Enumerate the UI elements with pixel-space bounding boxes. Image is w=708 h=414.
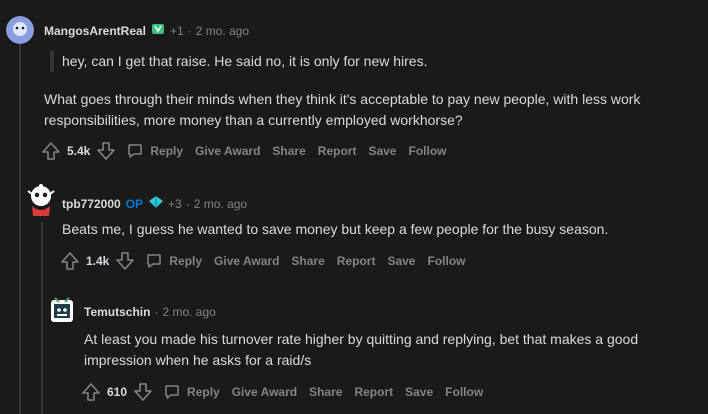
save-button[interactable]: Save	[405, 385, 433, 399]
username[interactable]: Temutschin	[84, 305, 150, 319]
username[interactable]: MangosArentReal	[44, 24, 146, 38]
timestamp[interactable]: 2 mo. ago	[162, 305, 215, 319]
reply-button[interactable]: Reply	[145, 252, 202, 270]
comment-text-line: At least you made his turnover rate high…	[84, 331, 639, 347]
give-award-button[interactable]: Give Award	[195, 144, 260, 158]
vote-count: 5.4k	[67, 144, 91, 158]
avatar[interactable]	[6, 16, 34, 44]
report-button[interactable]: Report	[354, 385, 393, 399]
quote-text: hey, can I get that raise. He said no, i…	[50, 51, 427, 72]
comment-actions: 610 Reply Give Award Share Report Save F…	[81, 382, 483, 402]
separator: ·	[187, 23, 192, 38]
reply-button[interactable]: Reply	[126, 142, 183, 160]
report-button[interactable]: Report	[337, 254, 376, 268]
give-award-button[interactable]: Give Award	[214, 254, 279, 268]
comment-text: Beats me, I guess he wanted to save mone…	[62, 221, 609, 237]
downvote-icon[interactable]	[115, 251, 135, 271]
comment-meta: tpb772000 OP +3 · 2 mo. ago	[62, 195, 247, 212]
share-button[interactable]: Share	[272, 144, 305, 158]
follow-button[interactable]: Follow	[445, 385, 483, 399]
comment-meta: MangosArentReal +1 · 2 mo. ago	[44, 22, 249, 39]
thread-line[interactable]	[19, 42, 21, 414]
comment-text-line: impression when he asks for a raid/s	[84, 352, 312, 368]
op-badge: OP	[125, 196, 144, 211]
award-icon	[148, 195, 164, 212]
avatar[interactable]	[48, 294, 76, 324]
thread-line[interactable]	[41, 222, 43, 414]
comment-actions: 5.4k Reply Give Award Share Report Save …	[41, 141, 446, 161]
separator: ·	[154, 305, 159, 319]
give-award-button[interactable]: Give Award	[232, 385, 297, 399]
vote-count: 1.4k	[86, 254, 110, 268]
reply-icon	[165, 385, 179, 399]
award-count: +1	[170, 23, 184, 38]
reply-icon	[147, 254, 162, 268]
downvote-icon[interactable]	[133, 382, 153, 402]
timestamp[interactable]: 2 mo. ago	[194, 197, 247, 211]
save-button[interactable]: Save	[368, 144, 396, 158]
award-count: +3	[168, 196, 182, 211]
upvote-icon[interactable]	[81, 382, 101, 402]
save-button[interactable]: Save	[387, 254, 415, 268]
share-button[interactable]: Share	[309, 385, 342, 399]
reply-button[interactable]: Reply	[163, 383, 220, 401]
timestamp[interactable]: 2 mo. ago	[196, 24, 249, 38]
report-button[interactable]: Report	[318, 144, 357, 158]
username[interactable]: tpb772000	[62, 197, 121, 211]
reply-icon	[128, 144, 143, 158]
downvote-icon[interactable]	[96, 141, 116, 161]
share-button[interactable]: Share	[291, 254, 324, 268]
follow-button[interactable]: Follow	[427, 254, 465, 268]
comment-text: What goes through their minds when they …	[44, 91, 641, 128]
follow-button[interactable]: Follow	[408, 144, 446, 158]
comment-actions: 1.4k Reply Give Award Share Report Save …	[60, 251, 465, 271]
comment-meta: Temutschin · 2 mo. ago	[84, 305, 216, 319]
upvote-icon[interactable]	[60, 251, 80, 271]
separator: ·	[185, 196, 190, 211]
vote-count: 610	[107, 385, 128, 399]
award-icon	[151, 22, 165, 39]
comment-text: At least you made his turnover rate high…	[84, 329, 638, 371]
upvote-icon[interactable]	[41, 141, 61, 161]
avatar[interactable]	[27, 183, 55, 217]
